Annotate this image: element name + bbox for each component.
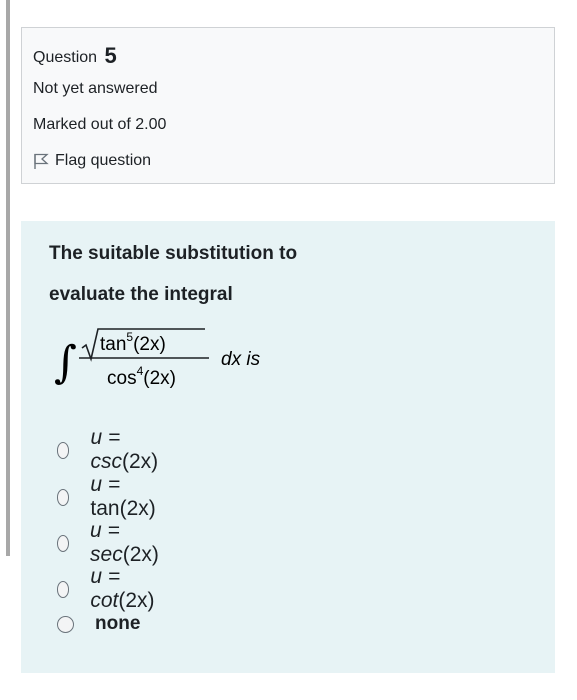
option-none[interactable]: none [57,613,140,635]
option-label: u = sec(2x) [90,519,159,566]
integral-suffix: dx is [221,349,261,370]
svg-text:cos4(2x): cos4(2x) [107,364,176,389]
option-sec[interactable]: u = sec(2x) [57,519,164,567]
integral-sign: ∫ [54,337,77,388]
integral-formula: ∫ tan5(2x) cos4(2x) dx is [54,328,261,389]
question-content: The suitable substitution to evaluate th… [21,221,555,673]
question-state: Not yet answered [33,80,158,97]
option-label: u = cot(2x) [90,565,155,612]
option-label: none [95,613,141,634]
option-csc[interactable]: u = csc(2x) [57,426,163,474]
flag-icon [33,152,49,170]
option-cot[interactable]: u = cot(2x) [57,565,159,613]
option-tan[interactable]: u = tan(2x) [57,473,160,521]
left-border-rule [6,0,10,556]
question-number: Question 5 [33,43,117,69]
question-grade: Marked out of 2.00 [33,116,167,133]
radio-button[interactable] [57,580,70,598]
option-label: u = tan(2x) [90,473,156,520]
question-text-line-1: The suitable substitution to [49,243,298,264]
question-number-value: 5 [104,43,117,68]
denominator-arg: (2x) [143,368,176,389]
question-info-panel: Question 5 Not yet answered Marked out o… [21,27,555,184]
radio-button[interactable] [57,441,70,459]
question-text-line-2: evaluate the integral [49,284,233,305]
radio-button[interactable] [57,534,70,552]
svg-text:tan5(2x): tan5(2x) [100,330,166,355]
question-label: Question [33,49,98,66]
numerator-arg: (2x) [133,334,166,355]
numerator-fn: tan [100,334,126,355]
radio-button[interactable] [57,488,70,506]
flag-question-link[interactable]: Flag question [33,152,151,170]
option-label: u = csc(2x) [90,426,159,473]
denominator-fn: cos [107,368,137,389]
flag-question-label: Flag question [55,152,152,169]
radio-button[interactable] [57,615,74,633]
